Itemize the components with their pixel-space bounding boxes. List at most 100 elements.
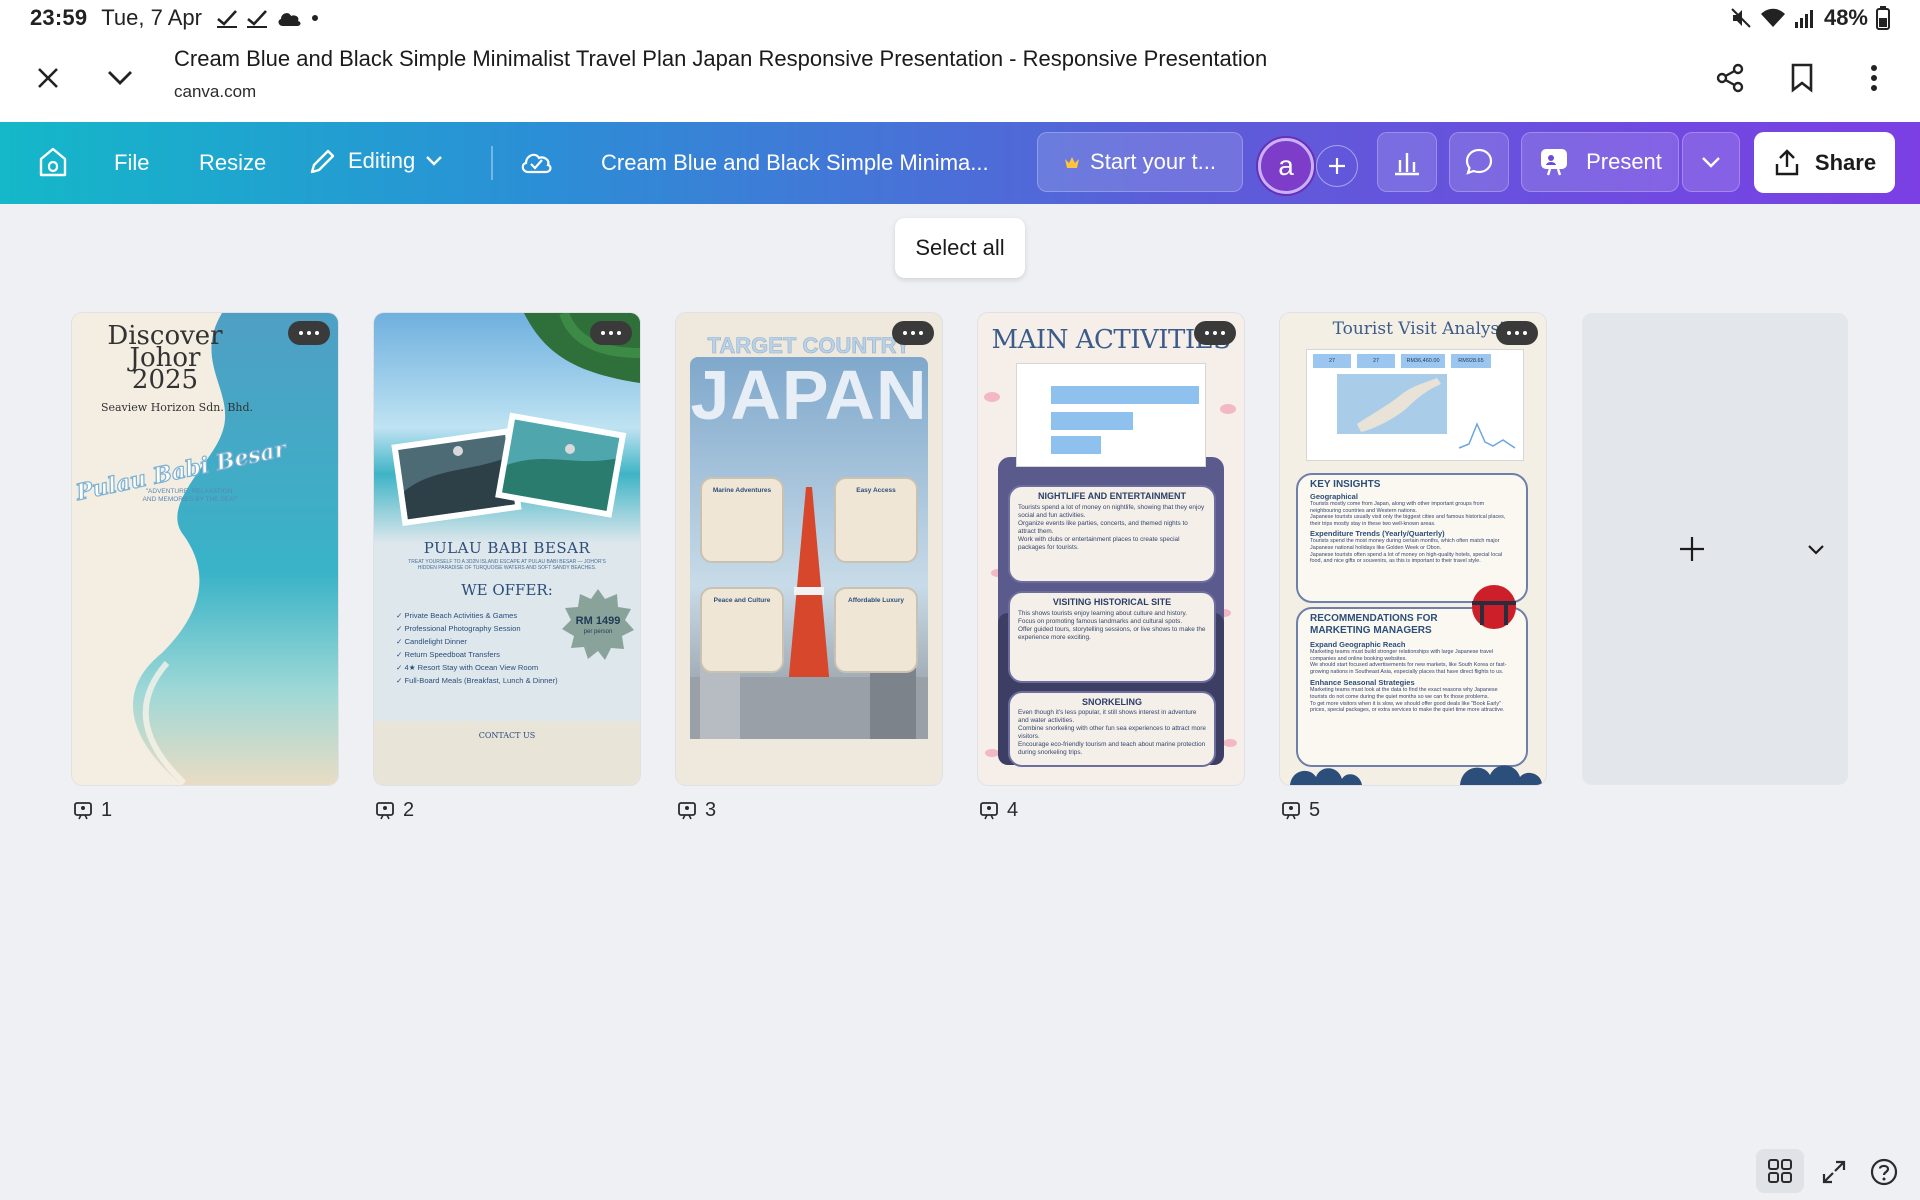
grid-view-button[interactable]: [1756, 1149, 1804, 1193]
slide-options-button[interactable]: [590, 321, 632, 345]
section-bullet: Work with clubs or entertainment places …: [1018, 536, 1180, 551]
slide4-section-1: NIGHTLIFE AND ENTERTAINMENT Tourists spe…: [1008, 485, 1216, 583]
check-icon: [246, 10, 267, 28]
help-button[interactable]: [1866, 1154, 1902, 1190]
slide1-company: Seaview Horizon Sdn. Bhd.: [100, 401, 254, 414]
signal-icon: [1794, 10, 1813, 28]
offer-item: ✓ Candlelight Dinner: [396, 637, 467, 646]
chevron-down-icon: [1808, 545, 1824, 555]
presentation-icon: [678, 801, 696, 819]
chevron-down-icon: [1702, 157, 1720, 168]
slide2-subtitle: TREAT YOURSELF TO A 3D2N ISLAND ESCAPE A…: [408, 559, 606, 572]
section-bullet: This shows tourists enjoy learning about…: [1018, 610, 1187, 617]
slide-number-label: 1: [101, 799, 113, 821]
select-all-button[interactable]: Select all: [895, 218, 1025, 278]
grid-icon: [1768, 1159, 1792, 1183]
section-bullet: Organize events like parties, concerts, …: [1018, 520, 1188, 535]
plus-icon: [1680, 537, 1704, 561]
slide3-card-4: Affordable Luxury: [834, 587, 918, 673]
kpi-tile: RM928.65: [1451, 354, 1491, 368]
section-bullet: Offer guided tours, storytelling session…: [1018, 626, 1206, 641]
add-slide-button[interactable]: [1674, 531, 1710, 567]
present-icon: [1541, 149, 1568, 176]
slide-options-button[interactable]: [1496, 321, 1538, 345]
plus-icon: [1329, 158, 1345, 174]
cloud-check-icon: [521, 153, 552, 174]
slide-thumbnail-5[interactable]: Tourist Visit Analysis 27 27 RM36,460.00…: [1280, 313, 1546, 785]
chart-bar: [1051, 412, 1133, 430]
toolbar-divider: [491, 146, 493, 180]
cloud-icon: [278, 13, 301, 26]
slide-thumbnail-3[interactable]: TARGET COUNTRY JAPAN Marine Adventures E…: [676, 313, 942, 785]
presentation-icon: [1282, 801, 1300, 819]
bar-chart-icon: [1395, 153, 1419, 176]
slide2-price-unit: per person: [583, 629, 613, 635]
fullscreen-button[interactable]: [1816, 1154, 1852, 1190]
avatar[interactable]: a: [1258, 138, 1314, 194]
browser-header: Cream Blue and Black Simple Minimalist T…: [0, 36, 1920, 122]
kpi-tile: RM36,460.00: [1401, 354, 1445, 368]
slide-number-5: 5: [1281, 799, 1320, 822]
present-button[interactable]: Present: [1521, 132, 1679, 192]
chevron-down-icon: [108, 71, 132, 85]
slide1-tagline: "ADVENTURE, RELAXATION, AND MEMORIES BY …: [142, 488, 238, 503]
slide-options-button[interactable]: [288, 321, 330, 345]
section-heading: SNORKELING: [1081, 697, 1142, 707]
slide3-card-3: Peace and Culture: [700, 587, 784, 673]
offer-item: ✓ 4★ Resort Stay with Ocean View Room: [396, 663, 539, 672]
presentation-icon: [74, 801, 92, 819]
slide4-section-2: VISITING HISTORICAL SITE This shows tour…: [1008, 591, 1216, 683]
card-title: Easy Access: [856, 487, 896, 494]
more-vertical-icon: [1871, 65, 1877, 91]
battery-level: 48%: [1823, 5, 1868, 30]
chart-bar: [1051, 386, 1199, 404]
minimize-tab-button[interactable]: [96, 54, 144, 102]
home-button[interactable]: [38, 146, 68, 178]
resize-button[interactable]: Resize: [199, 150, 266, 176]
invite-button[interactable]: [1316, 145, 1358, 187]
battery-icon: [1876, 6, 1890, 30]
slide-options-button[interactable]: [892, 321, 934, 345]
slide-thumbnail-4[interactable]: MAIN ACTIVITIES NIGHTLIFE AND ENTERTAINM…: [978, 313, 1244, 785]
editor-toolbar: File Resize Editing Cream Blue and Black…: [0, 122, 1920, 204]
browser-menu-button[interactable]: [1850, 54, 1898, 102]
share-page-button[interactable]: [1706, 54, 1754, 102]
slide-number-1: 1: [73, 799, 112, 822]
offer-label: Private Beach Activities & Games: [404, 611, 518, 620]
mute-icon: [1731, 8, 1751, 28]
chevron-down-icon: [426, 156, 443, 166]
browser-title-block: Cream Blue and Black Simple Minimalist T…: [174, 46, 1267, 102]
slide-number-label: 5: [1309, 799, 1321, 821]
offer-label: Professional Photography Session: [404, 624, 521, 633]
bookmark-icon: [1791, 63, 1813, 93]
close-icon: [38, 68, 58, 88]
present-options-button[interactable]: [1682, 132, 1740, 192]
slide-grid-canvas: Select all Discover Johor 2025 Seaview H…: [0, 204, 1920, 1200]
section-bullet: Focus on promoting famous landmarks and …: [1018, 618, 1183, 625]
slide-thumbnail-1[interactable]: Discover Johor 2025 Seaview Horizon Sdn.…: [72, 313, 338, 785]
slide-options-button[interactable]: [1194, 321, 1236, 345]
add-slide-options-button[interactable]: [1802, 539, 1830, 561]
comments-button[interactable]: [1449, 132, 1509, 192]
insights-button[interactable]: [1377, 132, 1437, 192]
slide2-contact-heading: CONTACT US: [478, 731, 536, 740]
document-title[interactable]: Cream Blue and Black Simple Minima...: [601, 150, 989, 176]
close-tab-button[interactable]: [24, 54, 72, 102]
bookmark-button[interactable]: [1778, 54, 1826, 102]
start-trial-button[interactable]: Start your t...: [1037, 132, 1243, 192]
editing-mode-button[interactable]: Editing: [308, 146, 443, 176]
offer-item: ✓ Professional Photography Session: [396, 624, 521, 633]
slide1-title: Discover Johor 2025: [72, 323, 298, 393]
island-photo: [374, 313, 640, 543]
cloud-sync-button[interactable]: [519, 148, 553, 176]
section-bullet: Even though it's less popular, it still …: [1018, 709, 1197, 724]
page-title: Cream Blue and Black Simple Minimalist T…: [174, 46, 1268, 71]
red-sun-decor: [1472, 585, 1516, 629]
expand-icon: [1822, 1160, 1846, 1184]
file-menu-button[interactable]: File: [114, 150, 149, 176]
status-date: Tue, 7 Apr: [101, 5, 202, 30]
slide-thumbnail-2[interactable]: PULAU BABI BESAR TREAT YOURSELF TO A 3D2…: [374, 313, 640, 785]
share-button[interactable]: Share: [1754, 132, 1895, 193]
crown-icon: [1065, 157, 1080, 168]
chart-bar: [1051, 436, 1101, 454]
